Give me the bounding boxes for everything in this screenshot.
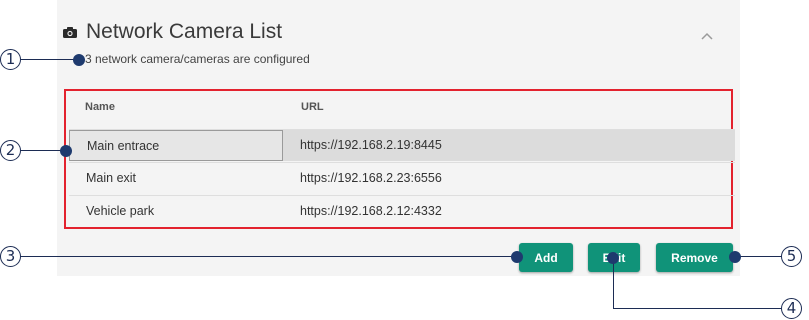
page-title: Network Camera List: [86, 20, 283, 43]
chevron-up-icon[interactable]: [700, 31, 714, 41]
callout-dot: [607, 252, 619, 264]
column-header-name: Name: [85, 101, 115, 113]
callout-line: [613, 308, 782, 310]
camera-url-cell: https://192.168.2.12:4332: [300, 204, 442, 218]
camera-url-cell: https://192.168.2.23:6556: [300, 171, 442, 185]
callout-number: 1: [0, 49, 21, 70]
camera-name-cell: Main exit: [86, 171, 137, 185]
camera-url-cell: https://192.168.2.19:8445: [300, 138, 442, 152]
panel-header: Network Camera List: [63, 18, 282, 46]
camera-name-cell: Vehicle park: [86, 204, 155, 218]
callout-number: 4: [781, 298, 802, 319]
callout-line: [735, 256, 783, 258]
column-header-url: URL: [301, 101, 324, 113]
callout-dot: [73, 54, 85, 66]
camera-table: Name URL Main entrace https://192.168.2.…: [64, 89, 735, 229]
callout-dot: [511, 251, 523, 263]
callout-dot: [60, 145, 72, 157]
table-row[interactable]: Main exit https://192.168.2.23:6556: [69, 162, 735, 194]
callout-line: [20, 150, 65, 152]
callout-number: 5: [781, 246, 802, 267]
callout-line: [613, 259, 615, 309]
callout-dot: [729, 251, 741, 263]
camera-icon: [63, 26, 77, 38]
callout-number: 3: [0, 246, 21, 267]
table-row[interactable]: Main entrace https://192.168.2.19:8445: [69, 129, 735, 161]
callout-number: 2: [0, 140, 21, 161]
callout-line: [20, 59, 78, 61]
callout-line: [20, 256, 517, 258]
camera-name-cell: Main entrace: [69, 130, 283, 161]
remove-button[interactable]: Remove: [656, 243, 733, 272]
add-button[interactable]: Add: [519, 243, 573, 272]
table-row[interactable]: Vehicle park https://192.168.2.12:4332: [69, 195, 735, 227]
table-header: Name URL: [66, 91, 731, 127]
camera-count-text: 3 network camera/cameras are configured: [85, 52, 310, 66]
